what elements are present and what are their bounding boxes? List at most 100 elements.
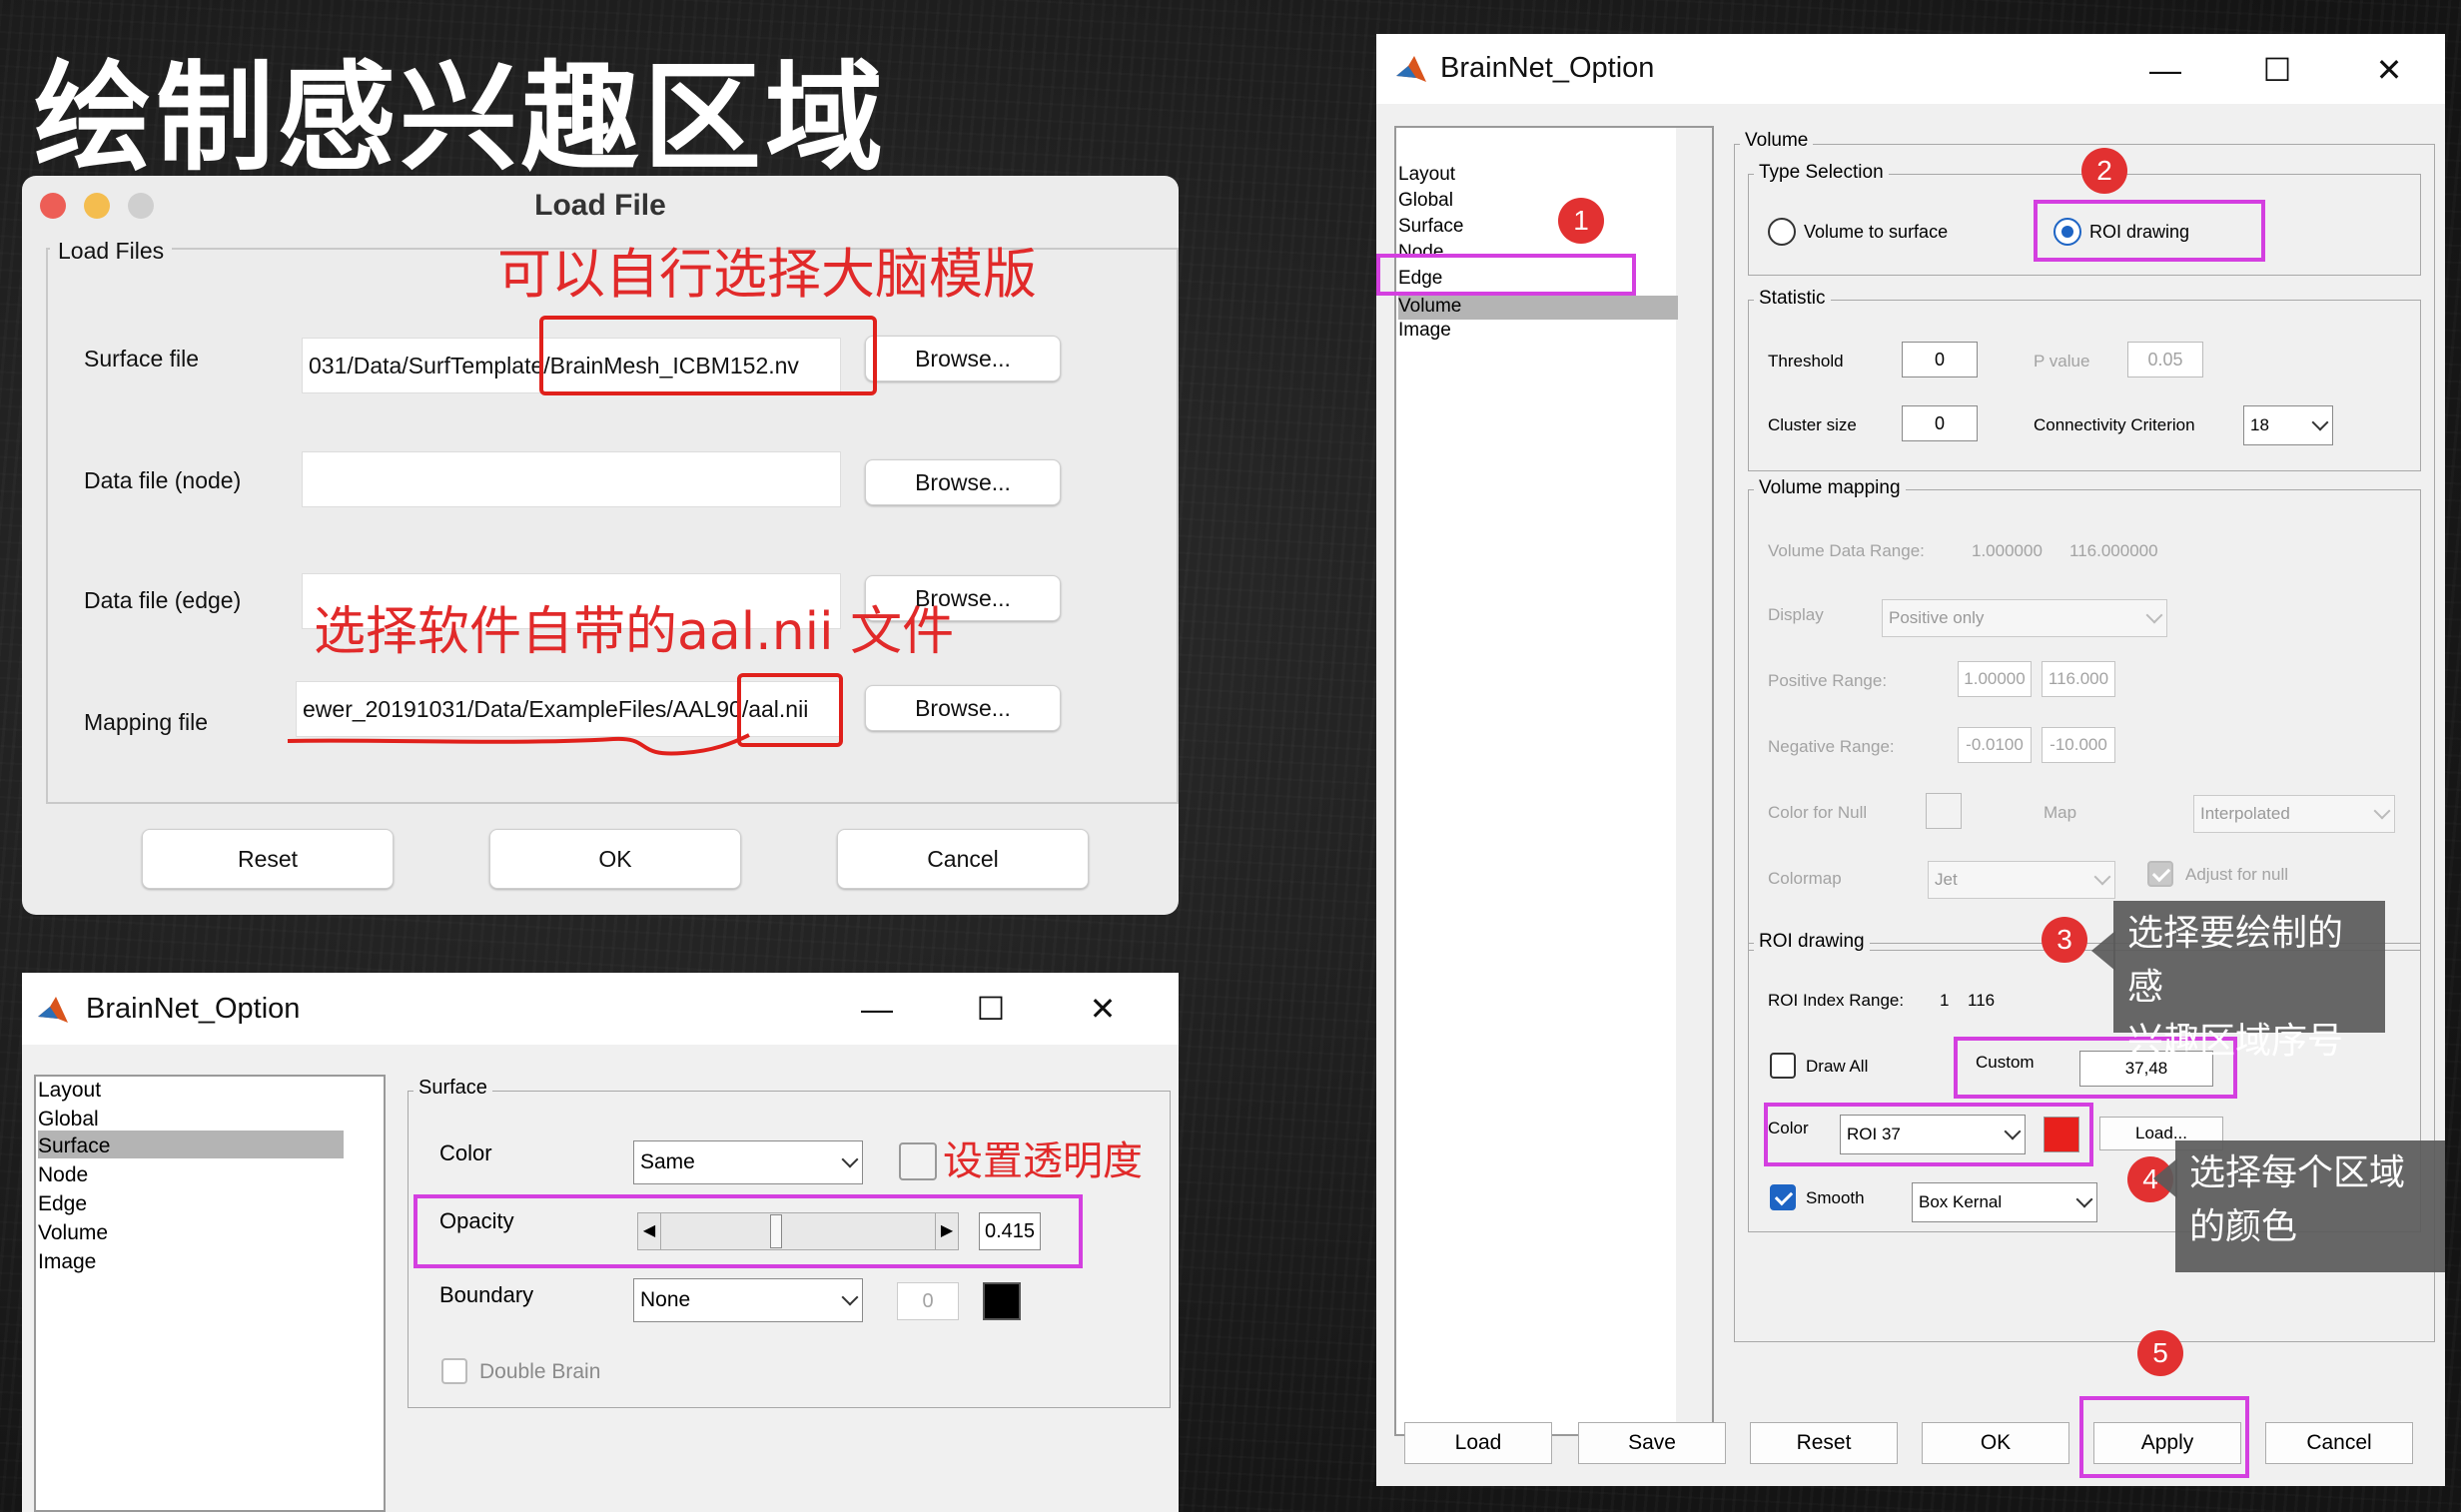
list-item[interactable]: Surface <box>38 1134 110 1158</box>
type-selection-label: Type Selection <box>1754 162 1889 184</box>
colormap-dropdown[interactable]: Jet <box>1928 861 2115 899</box>
load-files-group-label: Load Files <box>50 238 173 265</box>
draw-all-checkbox[interactable] <box>1770 1053 1796 1079</box>
option-small-list[interactable]: Layout Global Surface Node Edge Volume I… <box>34 1075 386 1512</box>
callout-step-3: 选择要绘制的感 兴趣区域序号 <box>2113 901 2385 1062</box>
null-color-swatch[interactable] <box>1926 793 1962 829</box>
callout-4-pointer <box>2153 1158 2177 1198</box>
node-file-field[interactable] <box>302 451 841 507</box>
threshold-input[interactable]: 0 <box>1902 342 1978 378</box>
smooth-checkbox[interactable] <box>1770 1184 1796 1210</box>
surface-file-label: Surface file <box>84 346 200 372</box>
negative-min-input[interactable]: -0.0100 <box>1958 727 2032 763</box>
close-icon[interactable]: ✕ <box>2367 48 2411 92</box>
option-large-title: BrainNet_Option <box>1440 52 1655 84</box>
surface-browse-button[interactable]: Browse... <box>865 336 1061 381</box>
connectivity-value: 18 <box>2250 415 2269 434</box>
display-label: Display <box>1768 605 1824 624</box>
chevron-down-icon <box>841 1150 859 1168</box>
step-5-badge: 5 <box>2137 1330 2183 1376</box>
list-item[interactable]: Image <box>1398 320 1451 342</box>
negative-max-input[interactable]: -10.000 <box>2042 727 2115 763</box>
connectivity-label: Connectivity Criterion <box>2034 415 2195 434</box>
option-large-list[interactable]: Layout Global Surface Node Edge Volume I… <box>1394 126 1714 1436</box>
list-item[interactable]: Surface <box>1398 216 1463 238</box>
roi-range-max: 116 <box>1968 991 1996 1010</box>
reset-button[interactable]: Reset <box>1750 1422 1898 1464</box>
callout-3-line-1: 选择要绘制的感 <box>2127 913 2344 1008</box>
cluster-size-input[interactable]: 0 <box>1902 405 1978 441</box>
list-scrollbar[interactable] <box>1676 128 1712 1434</box>
step-2-badge: 2 <box>2081 148 2127 194</box>
list-item[interactable]: Image <box>38 1250 96 1274</box>
double-brain-label: Double Brain <box>479 1360 601 1383</box>
pvalue-label: P value <box>2034 352 2090 371</box>
smooth-dropdown[interactable]: Box Kernal <box>1912 1182 2097 1222</box>
maximize-icon[interactable]: ☐ <box>2255 48 2299 92</box>
check-icon <box>1774 1186 1794 1206</box>
positive-max-input[interactable]: 116.000 <box>2042 661 2115 697</box>
reset-button[interactable]: Reset <box>142 829 394 889</box>
statistic-label: Statistic <box>1754 288 1831 310</box>
matlab-icon <box>38 997 68 1023</box>
adjust-null-checkbox[interactable] <box>2147 861 2173 887</box>
list-item[interactable]: Global <box>38 1108 99 1132</box>
chevron-down-icon <box>2145 606 2163 624</box>
roi-radio-highlight <box>2034 200 2265 262</box>
list-item[interactable]: Node <box>38 1163 88 1187</box>
list-item[interactable]: Global <box>1398 190 1453 212</box>
cluster-size-label: Cluster size <box>1768 415 1857 434</box>
load-button[interactable]: Load <box>1404 1422 1552 1464</box>
display-value: Positive only <box>1889 608 1985 627</box>
display-dropdown[interactable]: Positive only <box>1882 599 2167 637</box>
statistic-panel <box>1748 300 2421 471</box>
callout-4-line-2: 的颜色 <box>2189 1206 2298 1247</box>
minimize-icon[interactable]: — <box>2143 48 2187 92</box>
template-annotation: 可以自行选择大脑模版 <box>497 243 1037 306</box>
ok-button[interactable]: OK <box>1922 1422 2069 1464</box>
underline-stroke <box>287 733 750 756</box>
list-item[interactable]: Layout <box>1398 164 1455 186</box>
color-swatch[interactable] <box>899 1142 937 1180</box>
load-file-window: Load File Load Files Surface file 031/Da… <box>22 176 1179 915</box>
mapping-browse-button[interactable]: Browse... <box>865 685 1061 731</box>
list-item[interactable]: Edge <box>38 1192 87 1216</box>
node-browse-button[interactable]: Browse... <box>865 459 1061 505</box>
maximize-icon[interactable]: ☐ <box>969 987 1013 1031</box>
data-range-label: Volume Data Range: <box>1768 541 1925 560</box>
save-button[interactable]: Save <box>1578 1422 1726 1464</box>
chevron-down-icon <box>2093 868 2111 886</box>
boundary-label: Boundary <box>439 1282 534 1307</box>
volume-to-surface-radio[interactable] <box>1768 218 1796 246</box>
chevron-down-icon <box>2075 1190 2093 1208</box>
list-item[interactable]: Volume <box>38 1221 108 1245</box>
boundary-color-swatch[interactable] <box>983 1282 1021 1320</box>
connectivity-dropdown[interactable]: 18 <box>2243 405 2333 445</box>
volume-mapping-label: Volume mapping <box>1754 477 1906 499</box>
list-item[interactable]: Volume <box>1398 296 1461 318</box>
chevron-down-icon <box>841 1288 859 1306</box>
color-dropdown[interactable]: Same <box>633 1140 863 1184</box>
opacity-annotation: 设置透明度 <box>943 1138 1143 1184</box>
matlab-icon <box>1396 56 1426 82</box>
callout-step-4: 选择每个区域 的颜色 <box>2175 1140 2445 1272</box>
double-brain-checkbox[interactable] <box>441 1358 467 1384</box>
smooth-label: Smooth <box>1806 1188 1865 1207</box>
close-icon[interactable]: ✕ <box>1081 987 1125 1031</box>
boundary-number[interactable]: 0 <box>897 1282 959 1320</box>
minimize-icon[interactable]: — <box>855 987 899 1031</box>
cancel-button[interactable]: Cancel <box>837 829 1089 889</box>
option-small-title: BrainNet_Option <box>86 993 301 1025</box>
ok-button[interactable]: OK <box>489 829 741 889</box>
boundary-dropdown-value: None <box>640 1288 691 1311</box>
colormap-value: Jet <box>1935 870 1958 889</box>
apply-highlight <box>2079 1396 2249 1478</box>
list-item[interactable]: Layout <box>38 1079 101 1103</box>
map-dropdown[interactable]: Interpolated <box>2193 795 2395 833</box>
check-icon <box>2151 863 2171 883</box>
pvalue-input[interactable]: 0.05 <box>2127 342 2203 378</box>
cancel-button[interactable]: Cancel <box>2265 1422 2413 1464</box>
positive-min-input[interactable]: 1.00000 <box>1958 661 2032 697</box>
boundary-dropdown[interactable]: None <box>633 1278 863 1322</box>
node-file-label: Data file (node) <box>84 467 242 493</box>
